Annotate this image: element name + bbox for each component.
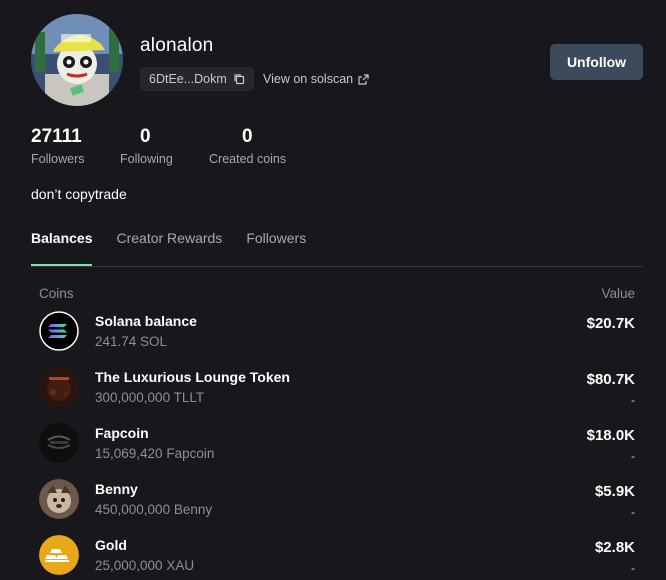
followers-label: Followers bbox=[31, 152, 85, 166]
tab-creator-rewards[interactable]: Creator Rewards bbox=[116, 230, 222, 266]
unfollow-button[interactable]: Unfollow bbox=[550, 44, 643, 80]
tab-followers[interactable]: Followers bbox=[246, 230, 306, 266]
fapcoin-icon bbox=[39, 423, 79, 463]
coin-row[interactable]: Gold 25,000,000 XAU $2.8K - bbox=[39, 535, 635, 579]
coin-row[interactable]: The Luxurious Lounge Token 300,000,000 T… bbox=[39, 367, 635, 411]
solana-icon bbox=[39, 311, 79, 351]
external-link-icon bbox=[358, 73, 369, 85]
gold-icon bbox=[39, 535, 79, 575]
lounge-token-icon bbox=[39, 367, 79, 407]
coin-value-change: - bbox=[631, 393, 635, 407]
solscan-link-label: View on solscan bbox=[263, 72, 354, 86]
address-pill[interactable]: 6DtEe...Dokm bbox=[140, 67, 254, 91]
bio: don’t copytrade bbox=[31, 186, 127, 202]
coin-balance: 241.74 SOL bbox=[95, 334, 168, 349]
username: alonalon bbox=[140, 35, 214, 56]
coin-row[interactable]: Solana balance 241.74 SOL $20.7K bbox=[39, 311, 635, 355]
coin-row[interactable]: Benny 450,000,000 Benny $5.9K - bbox=[39, 479, 635, 523]
benny-icon bbox=[39, 479, 79, 519]
coin-balance: 450,000,000 Benny bbox=[95, 502, 213, 517]
stat-created-coins: 0 Created coins bbox=[209, 126, 286, 166]
coin-value-change: - bbox=[631, 561, 635, 575]
wallet-address: 6DtEe...Dokm bbox=[149, 72, 227, 86]
coin-balance: 25,000,000 XAU bbox=[95, 558, 195, 573]
column-header-coins: Coins bbox=[39, 286, 74, 301]
copy-icon[interactable] bbox=[233, 73, 245, 85]
created-coins-count: 0 bbox=[242, 126, 253, 147]
coin-value-change: - bbox=[631, 449, 635, 463]
column-header-value: Value bbox=[601, 286, 635, 301]
following-label: Following bbox=[120, 152, 173, 166]
created-coins-label: Created coins bbox=[209, 152, 287, 166]
profile-page: alonalon 6DtEe...Dokm View on solscan Un… bbox=[0, 0, 666, 580]
followers-count: 27111 bbox=[31, 126, 82, 147]
tab-balances[interactable]: Balances bbox=[31, 230, 93, 266]
avatar bbox=[31, 14, 123, 106]
coin-balance: 15,069,420 Fapcoin bbox=[95, 446, 215, 461]
coin-balance: 300,000,000 TLLT bbox=[95, 390, 205, 405]
coin-value: $80.7K bbox=[586, 371, 635, 388]
coin-name: Solana balance bbox=[95, 313, 197, 329]
coin-value: $20.7K bbox=[586, 315, 635, 332]
stat-following[interactable]: 0 Following bbox=[120, 126, 173, 166]
following-count: 0 bbox=[140, 126, 151, 147]
coin-name: Benny bbox=[95, 481, 138, 497]
coin-name: The Luxurious Lounge Token bbox=[95, 369, 290, 385]
coin-value: $2.8K bbox=[594, 539, 635, 556]
coin-value: $18.0K bbox=[586, 427, 635, 444]
coin-name: Fapcoin bbox=[95, 425, 149, 441]
tabs-divider bbox=[31, 266, 643, 267]
coin-value: $5.9K bbox=[594, 483, 635, 500]
coin-name: Gold bbox=[95, 537, 127, 553]
solscan-link[interactable]: View on solscan bbox=[263, 72, 369, 86]
coin-value-change: - bbox=[631, 505, 635, 519]
coin-row[interactable]: Fapcoin 15,069,420 Fapcoin $18.0K - bbox=[39, 423, 635, 467]
profile-tabs: Balances Creator Rewards Followers bbox=[31, 230, 306, 266]
stat-followers[interactable]: 27111 Followers bbox=[31, 126, 85, 166]
